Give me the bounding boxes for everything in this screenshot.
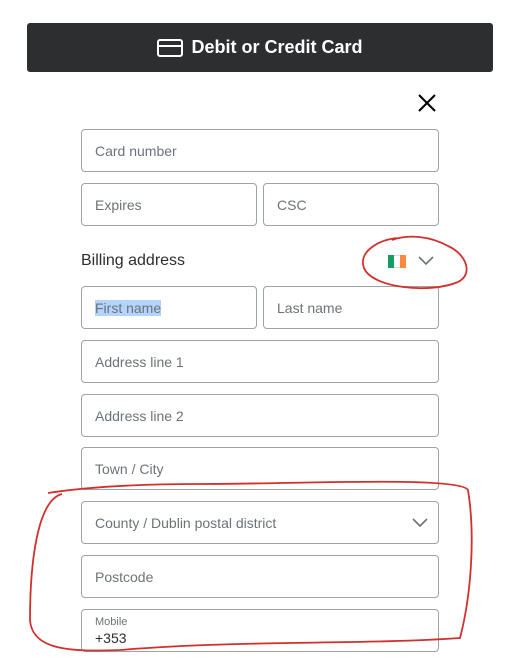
mobile-label: Mobile — [95, 616, 128, 628]
country-select[interactable] — [388, 250, 440, 272]
first-name-field[interactable]: First name — [81, 286, 257, 329]
address-line-2-field[interactable]: Address line 2 — [81, 394, 439, 437]
header-title: Debit or Credit Card — [191, 37, 363, 57]
card-number-field[interactable]: Card number — [81, 129, 439, 172]
csc-field[interactable]: CSC — [263, 183, 439, 226]
town-city-placeholder: Town / City — [95, 460, 164, 477]
expires-placeholder: Expires — [95, 196, 142, 213]
chevron-down-icon — [418, 256, 434, 266]
debit-credit-card-button[interactable]: Debit or Credit Card — [27, 23, 493, 72]
first-name-placeholder: First name — [95, 299, 162, 316]
card-number-placeholder: Card number — [95, 142, 177, 159]
csc-placeholder: CSC — [277, 196, 307, 213]
postcode-placeholder: Postcode — [95, 568, 154, 585]
address-line-1-placeholder: Address line 1 — [95, 353, 184, 370]
billing-address-title: Billing address — [81, 252, 186, 269]
credit-card-icon — [157, 38, 184, 57]
mobile-field[interactable]: Mobile +353 — [81, 609, 439, 652]
address-line-1-field[interactable]: Address line 1 — [81, 340, 439, 383]
county-placeholder: County / Dublin postal district — [95, 514, 277, 531]
chevron-down-icon — [412, 518, 428, 528]
close-icon[interactable] — [416, 92, 438, 114]
town-city-field[interactable]: Town / City — [81, 447, 439, 490]
mobile-value: +353 — [95, 630, 127, 646]
county-select[interactable]: County / Dublin postal district — [81, 501, 439, 544]
postcode-field[interactable]: Postcode — [81, 555, 439, 598]
ireland-flag-icon — [388, 254, 406, 268]
address-line-2-placeholder: Address line 2 — [95, 407, 184, 424]
last-name-field[interactable]: Last name — [263, 286, 439, 329]
last-name-placeholder: Last name — [277, 299, 343, 316]
expires-field[interactable]: Expires — [81, 183, 257, 226]
